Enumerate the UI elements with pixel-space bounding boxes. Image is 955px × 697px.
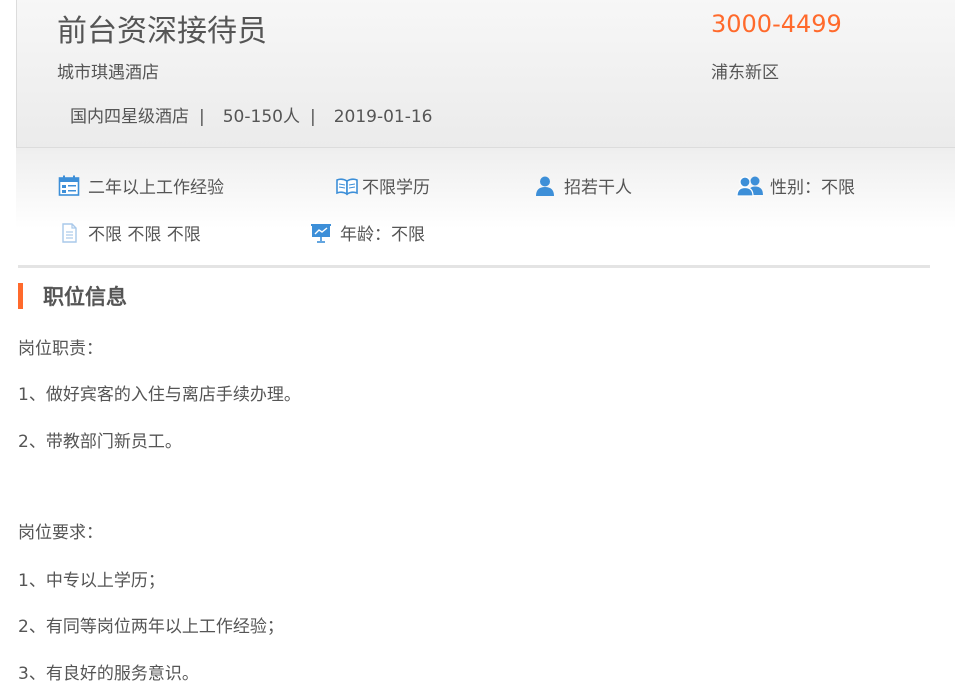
job-description-line: 1、中专以上学历；	[18, 571, 165, 591]
district: 浦东新区	[711, 63, 779, 83]
section-accent-bar	[18, 283, 23, 309]
job-description-line: 3、有良好的服务意识。	[18, 664, 199, 684]
company-meta-row: 国内四星级酒店 | 50-150人 | 2019-01-16	[70, 102, 432, 127]
job-description-line: 岗位职责：	[18, 339, 103, 359]
job-detail-page: 前台资深接待员 城市琪遇酒店 国内四星级酒店 | 50-150人 | 2019-01-1…	[0, 0, 955, 697]
meta-separator: |	[309, 107, 316, 127]
job-description-line: 2、有同等岗位两年以上工作经验；	[18, 617, 284, 637]
attr-gender: 性别：不限	[736, 173, 855, 198]
post-date: 2019-01-16	[333, 107, 433, 127]
headcount-text: 招若干人	[564, 178, 632, 198]
people-icon	[736, 175, 764, 197]
attr-age: 年龄：不限	[310, 220, 425, 245]
calendar-icon	[58, 175, 80, 197]
company-size: 50-150人	[222, 107, 300, 127]
attr-misc: 不限 不限 不限	[58, 220, 201, 245]
job-attributes	[16, 148, 955, 263]
job-title: 前台资深接待员	[57, 14, 267, 49]
salary-range: 3000-4499	[711, 10, 842, 38]
job-header: 前台资深接待员 城市琪遇酒店 国内四星级酒店 | 50-150人 | 2019-01-1…	[16, 0, 955, 148]
attr-experience: 二年以上工作经验	[58, 173, 224, 198]
document-icon	[58, 222, 80, 244]
company-name-link[interactable]: 城市琪遇酒店	[57, 58, 159, 83]
education-text: 不限学历	[362, 178, 430, 198]
person-icon	[534, 175, 556, 197]
job-description-line: 1、做好宾客的入住与离店手续办理。	[18, 385, 301, 405]
hotel-type: 国内四星级酒店	[70, 107, 189, 127]
attr-headcount: 招若干人	[534, 173, 632, 198]
book-icon	[336, 175, 358, 197]
age-text: 年龄：不限	[340, 225, 425, 245]
experience-text: 二年以上工作经验	[88, 178, 224, 198]
job-description-line: 2、带教部门新员工。	[18, 432, 182, 452]
job-description-line: 岗位要求：	[18, 523, 103, 543]
section-header: 职位信息	[18, 282, 127, 310]
meta-separator: |	[199, 107, 205, 127]
section-title: 职位信息	[43, 285, 127, 309]
section-divider	[18, 265, 930, 268]
attr-education: 不限学历	[336, 173, 430, 198]
gender-text: 性别：不限	[770, 178, 855, 198]
presentation-icon	[310, 222, 332, 244]
misc-text: 不限 不限 不限	[88, 225, 201, 245]
